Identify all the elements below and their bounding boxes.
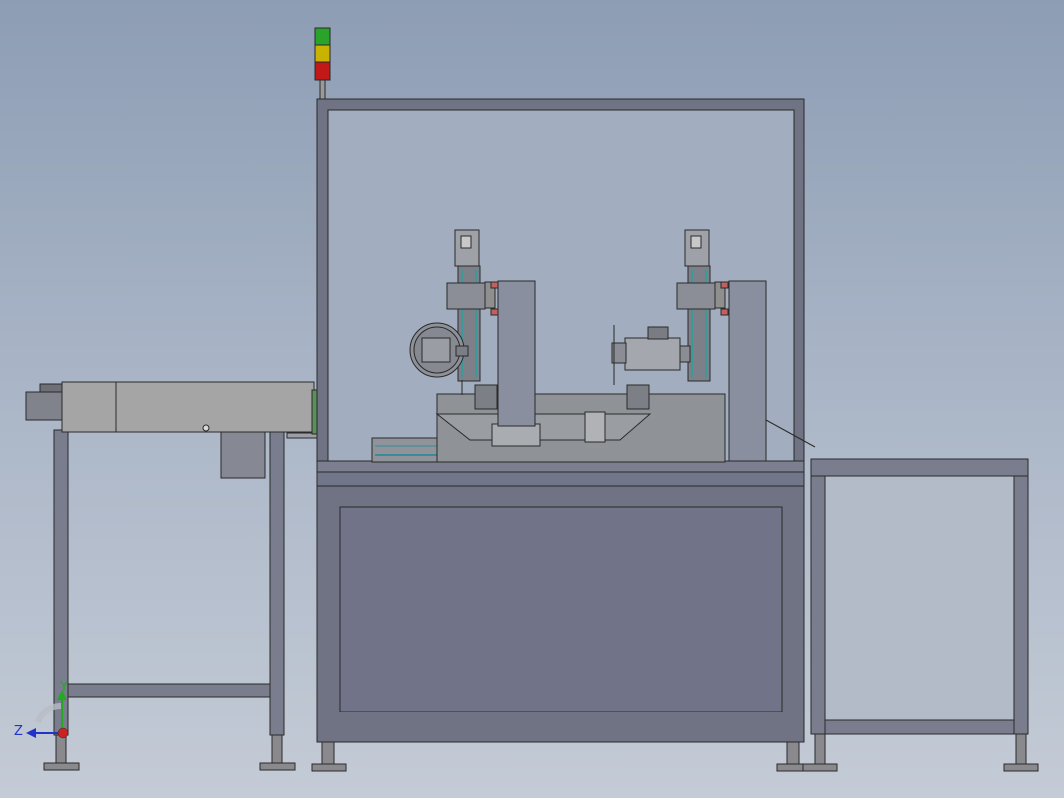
cad-graphics-area[interactable]: Y Z — [0, 0, 1064, 798]
origin-marker — [57, 727, 69, 739]
center-column[interactable] — [497, 280, 536, 427]
signal-light-green — [314, 27, 331, 46]
right-side-table[interactable] — [802, 458, 1039, 772]
signal-light-red — [314, 61, 331, 81]
y-axis-label: Y — [59, 680, 68, 695]
left-conveyor-stand[interactable] — [43, 429, 296, 771]
signal-light-yellow — [314, 44, 331, 63]
machine-drawing: Y Z — [14, 27, 1039, 772]
z-axis-label: Z — [14, 724, 23, 739]
signal-tower[interactable] — [314, 27, 331, 101]
base-door-panel — [339, 506, 783, 713]
